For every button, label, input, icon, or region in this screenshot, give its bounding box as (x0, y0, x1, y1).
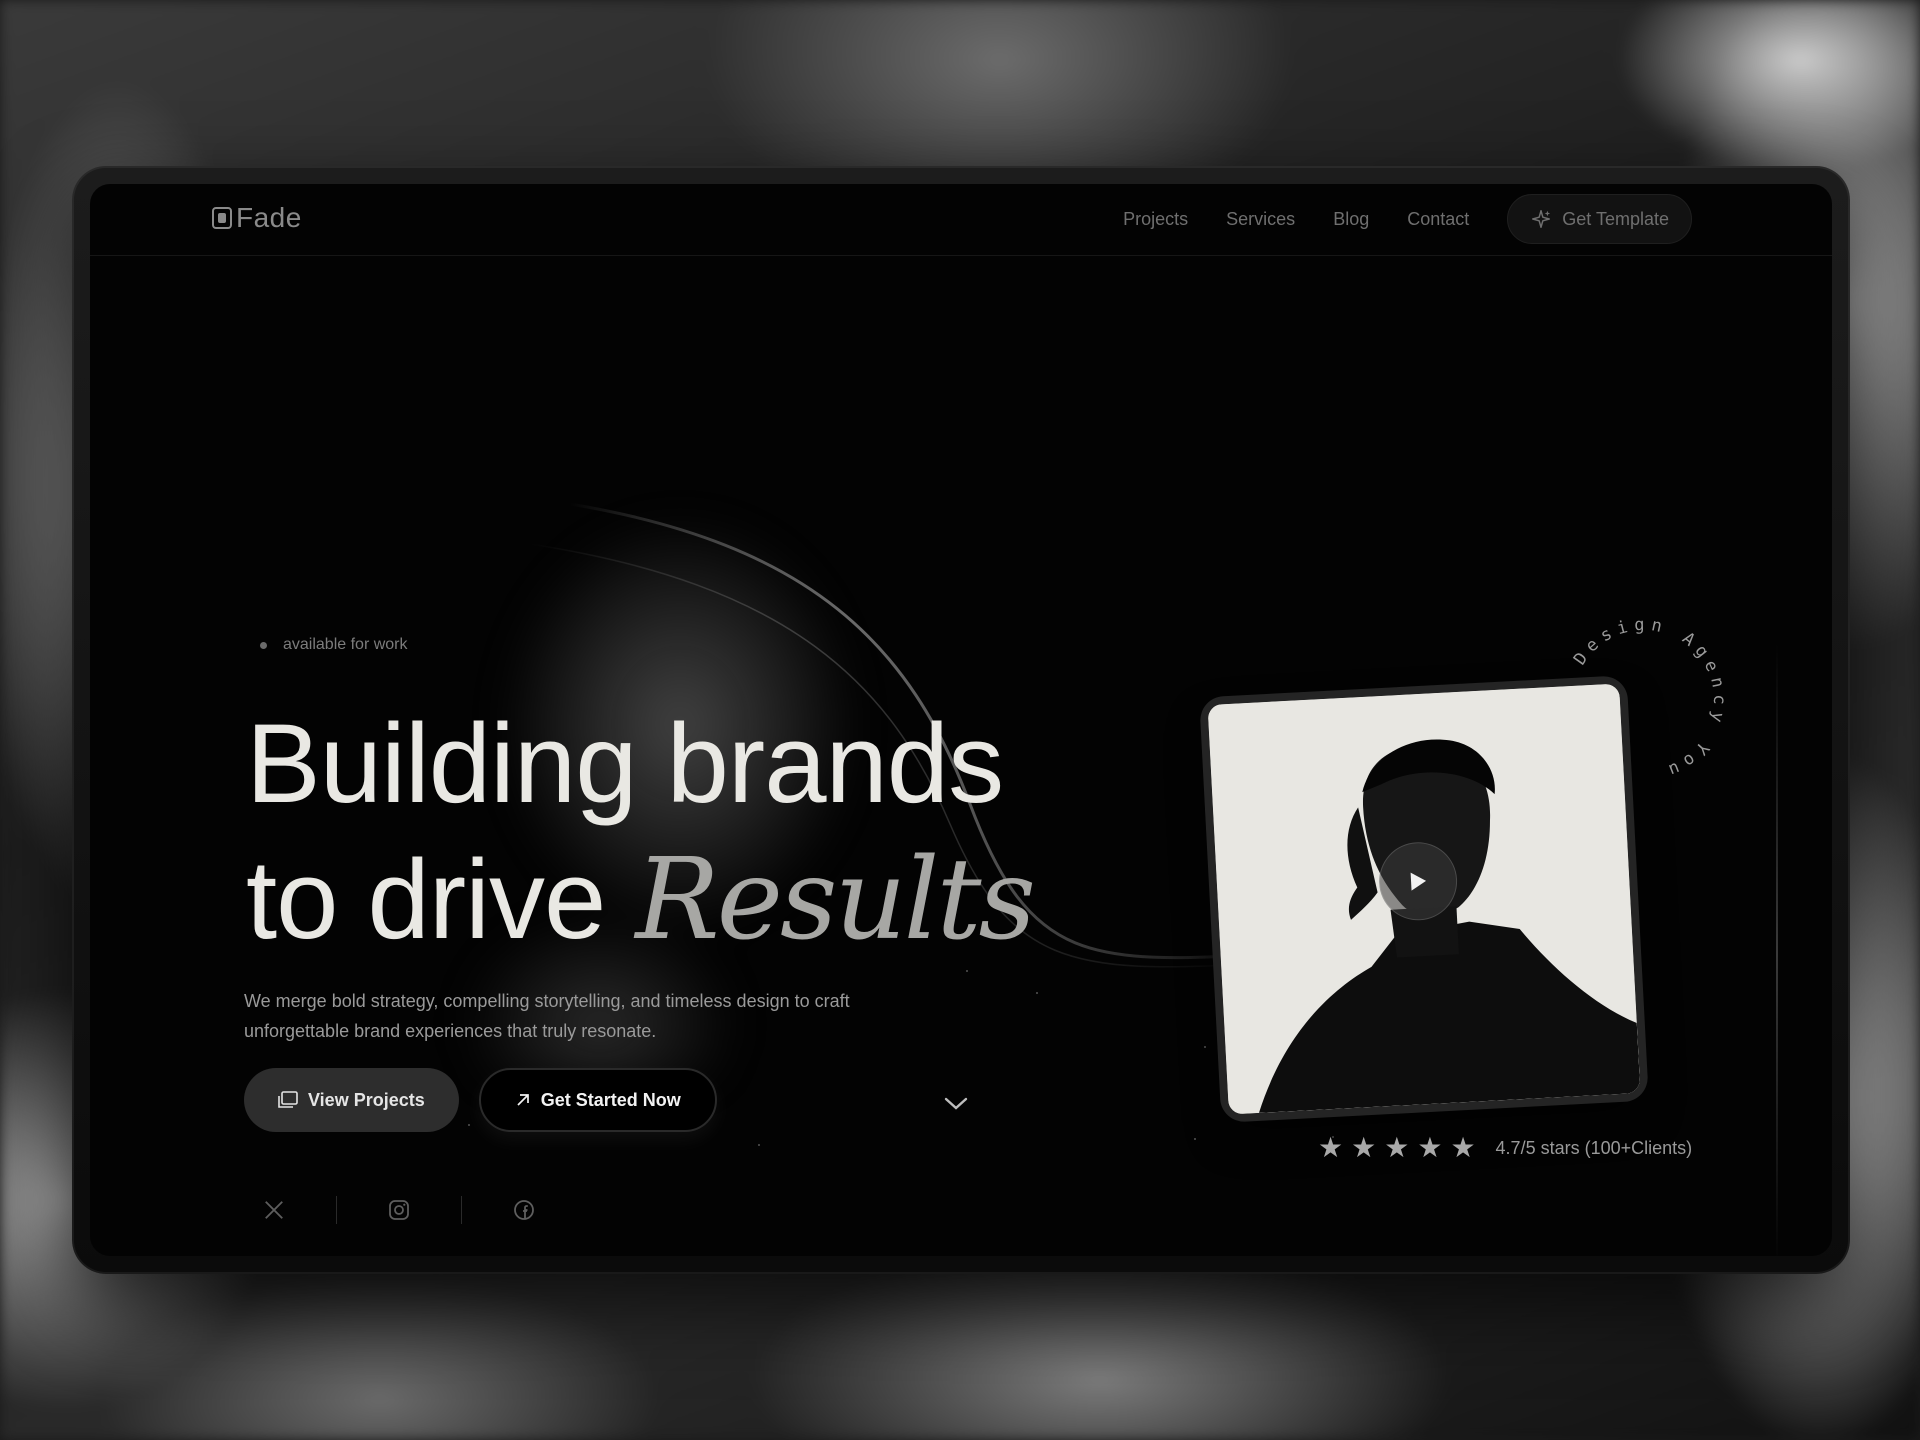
star-dot (1204, 1046, 1206, 1048)
nav-links: Projects Services Blog Contact Get Templ… (1123, 194, 1692, 244)
brand-logo[interactable]: Fade (212, 202, 302, 234)
headline-line-2: to drive Results (246, 832, 1036, 968)
rating-text: 4.7/5 stars (100+Clients) (1495, 1137, 1693, 1158)
social-links (252, 1188, 546, 1232)
description-line-1: We merge bold strategy, compelling story… (244, 991, 850, 1011)
star-dot (1036, 992, 1038, 994)
arrow-up-right-icon (517, 1094, 529, 1106)
social-divider (336, 1196, 337, 1224)
nav-link-blog[interactable]: Blog (1333, 209, 1369, 230)
top-navigation: Fade Projects Services Blog Contact Get … (90, 184, 1832, 256)
brand-name: Fade (236, 202, 302, 233)
star-icon: ★ (1417, 1132, 1443, 1163)
get-started-label: Get Started Now (540, 1089, 681, 1110)
hero-description: We merge bold strategy, compelling story… (244, 986, 944, 1046)
star-dot (1194, 1138, 1196, 1140)
portrait-image (1207, 683, 1641, 1115)
instagram-icon (389, 1200, 409, 1220)
description-line-2: unforgettable brand experiences that tru… (244, 1021, 657, 1041)
chevron-down-icon (944, 1097, 968, 1110)
facebook-link[interactable] (502, 1188, 546, 1232)
availability-text: available for work (283, 636, 408, 653)
hero-headline: Building brands to drive Results (246, 696, 1036, 968)
get-template-button[interactable]: Get Template (1507, 194, 1692, 244)
status-dot-icon (260, 641, 267, 649)
star-dot (758, 1144, 760, 1146)
nav-link-contact[interactable]: Contact (1407, 209, 1469, 230)
view-projects-button[interactable]: View Projects (244, 1068, 459, 1132)
client-rating: ★ ★ ★ ★ ★ 4.7/5 stars (100+Clients) (1318, 1134, 1692, 1162)
rating-stars: ★ ★ ★ ★ ★ (1318, 1134, 1476, 1162)
get-started-button[interactable]: Get Started Now (478, 1068, 717, 1132)
headline-line-2-prefix: to drive (246, 837, 606, 962)
window-icon (278, 1091, 298, 1108)
x-link[interactable] (252, 1188, 296, 1232)
nav-link-services[interactable]: Services (1226, 209, 1295, 230)
star-icon: ★ (1318, 1132, 1344, 1163)
x-icon (265, 1201, 283, 1219)
star-icon: ★ (1450, 1132, 1476, 1163)
star-dot (966, 970, 968, 972)
device-frame: Fade Projects Services Blog Contact Get … (72, 166, 1850, 1274)
instagram-link[interactable] (377, 1188, 421, 1232)
social-divider (461, 1196, 462, 1224)
website-screen: Fade Projects Services Blog Contact Get … (90, 184, 1832, 1256)
hero-buttons: View Projects Get Started Now (244, 1068, 717, 1132)
side-line-decoration (1776, 644, 1778, 1256)
availability-badge: available for work (260, 636, 408, 654)
headline-line-1: Building brands (246, 701, 1004, 826)
view-projects-label: View Projects (308, 1089, 425, 1110)
star-icon: ★ (1351, 1132, 1377, 1163)
get-template-label: Get Template (1562, 208, 1669, 229)
nav-link-projects[interactable]: Projects (1123, 209, 1188, 230)
logo-icon (212, 207, 232, 229)
facebook-icon (514, 1200, 534, 1220)
headline-accent-word: Results (635, 835, 1036, 965)
star-icon: ★ (1384, 1132, 1410, 1163)
scroll-down-button[interactable] (936, 1084, 976, 1124)
portrait-card (1207, 683, 1641, 1115)
sparkle-icon (1532, 210, 1551, 228)
play-icon (1410, 872, 1427, 891)
